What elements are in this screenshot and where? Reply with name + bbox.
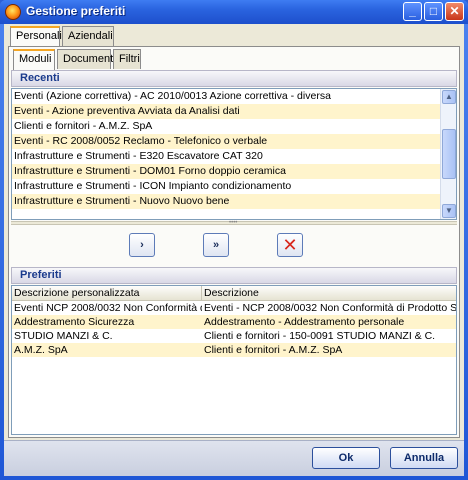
tab-aziendali[interactable]: Aziendali: [62, 26, 114, 46]
column-header-descrizione[interactable]: Descrizione: [202, 286, 456, 300]
close-button[interactable]: ✕: [445, 2, 464, 21]
table-cell[interactable]: Addestramento Sicurezza: [12, 315, 202, 329]
list-item[interactable]: Infrastrutture e Strumenti - DOM01 Forno…: [12, 164, 456, 179]
minimize-button[interactable]: _: [403, 2, 422, 21]
tab-filtri[interactable]: Filtri: [113, 49, 141, 69]
scroll-thumb[interactable]: [442, 129, 456, 179]
table-row[interactable]: A.M.Z. SpA Clienti e fornitori - A.M.Z. …: [12, 343, 456, 357]
recenti-list[interactable]: Eventi (Azione correttiva) - AC 2010/001…: [11, 88, 457, 220]
recenti-header: Recenti: [11, 70, 457, 87]
window-title: Gestione preferiti: [26, 4, 126, 18]
tab-moduli[interactable]: Moduli: [13, 49, 55, 70]
table-cell[interactable]: STUDIO MANZI & C.: [12, 329, 202, 343]
scroll-down-icon[interactable]: ▼: [442, 204, 456, 218]
table-row[interactable]: Eventi NCP 2008/0032 Non Conformità di P…: [12, 301, 456, 315]
scroll-up-icon[interactable]: ▲: [442, 90, 456, 104]
delete-button[interactable]: ✕: [277, 233, 303, 257]
grid-header: Descrizione personalizzata Descrizione: [12, 286, 456, 301]
tab-documenti[interactable]: Documenti: [57, 49, 116, 69]
table-cell[interactable]: A.M.Z. SpA: [12, 343, 202, 357]
table-row[interactable]: Addestramento Sicurezza Addestramento - …: [12, 315, 456, 329]
recenti-scrollbar[interactable]: ▲ ▼: [440, 89, 456, 219]
table-cell[interactable]: Clienti e fornitori - 150-0091 STUDIO MA…: [202, 329, 456, 343]
table-row[interactable]: STUDIO MANZI & C. Clienti e fornitori - …: [12, 329, 456, 343]
dialog-button-bar: Ok Annulla: [4, 440, 464, 476]
dialog-client: Personali Aziendali Moduli Documenti Fil…: [4, 24, 464, 476]
maximize-button[interactable]: □: [424, 2, 443, 21]
table-cell[interactable]: Eventi NCP 2008/0032 Non Conformità di P…: [12, 301, 202, 315]
list-item[interactable]: Clienti e fornitori - A.M.Z. SpA: [12, 119, 456, 134]
table-cell[interactable]: Eventi - NCP 2008/0032 Non Conformità di…: [202, 301, 456, 315]
add-all-button[interactable]: »: [203, 233, 229, 257]
list-item[interactable]: Eventi - Azione preventiva Avviata da An…: [12, 104, 456, 119]
list-item[interactable]: Eventi (Azione correttiva) - AC 2010/001…: [12, 89, 456, 104]
list-item[interactable]: Infrastrutture e Strumenti - ICON Impian…: [12, 179, 456, 194]
title-bar[interactable]: Gestione preferiti _ □ ✕: [0, 0, 468, 24]
personali-panel: Moduli Documenti Filtri Recenti Eventi (…: [8, 46, 460, 438]
cancel-button[interactable]: Annulla: [390, 447, 458, 469]
preferiti-grid[interactable]: Descrizione personalizzata Descrizione E…: [11, 285, 457, 435]
column-header-descrizione-personalizzata[interactable]: Descrizione personalizzata: [12, 286, 202, 300]
table-cell[interactable]: Addestramento - Addestramento personale: [202, 315, 456, 329]
app-icon: [5, 4, 21, 20]
dialog-window: Gestione preferiti _ □ ✕ Personali Azien…: [0, 0, 468, 480]
list-item[interactable]: Infrastrutture e Strumenti - E320 Escava…: [12, 149, 456, 164]
list-item[interactable]: Eventi - RC 2008/0052 Reclamo - Telefoni…: [12, 134, 456, 149]
preferiti-header: Preferiti: [11, 267, 457, 284]
ok-button[interactable]: Ok: [312, 447, 380, 469]
splitter-grip-icon: ••••: [229, 220, 238, 226]
add-button[interactable]: ›: [129, 233, 155, 257]
tab-personali[interactable]: Personali: [10, 26, 62, 47]
list-item[interactable]: Infrastrutture e Strumenti - Nuovo Nuovo…: [12, 194, 456, 209]
table-cell[interactable]: Clienti e fornitori - A.M.Z. SpA: [202, 343, 456, 357]
panel-splitter[interactable]: ••••: [11, 220, 457, 226]
